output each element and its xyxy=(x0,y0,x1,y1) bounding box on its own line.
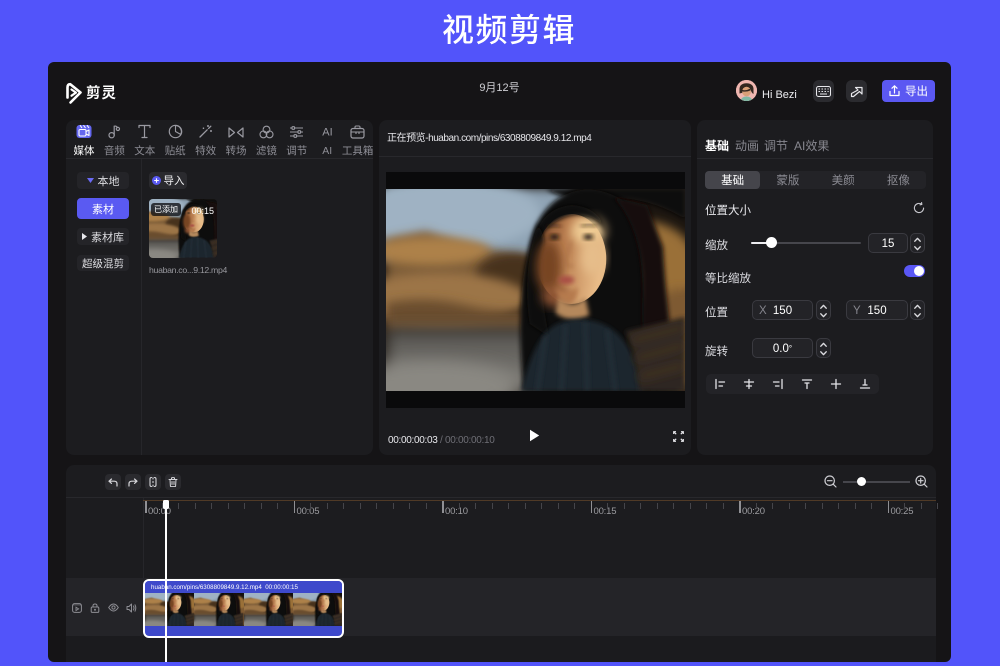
svg-text:AI: AI xyxy=(322,127,332,139)
